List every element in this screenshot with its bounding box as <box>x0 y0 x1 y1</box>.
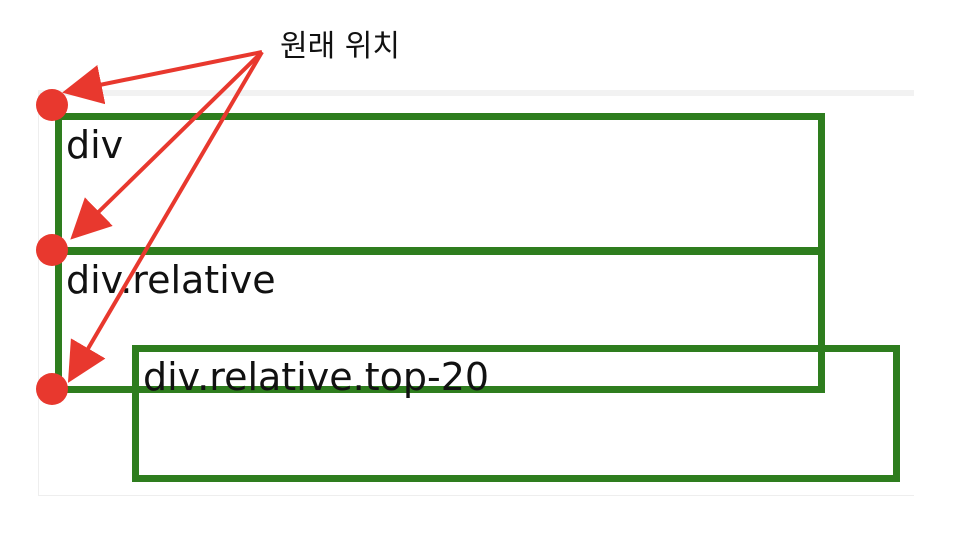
annotation-arrows <box>62 50 264 383</box>
arrow-to-marker-top20 <box>67 50 264 383</box>
arrow-to-marker-div <box>62 50 263 105</box>
